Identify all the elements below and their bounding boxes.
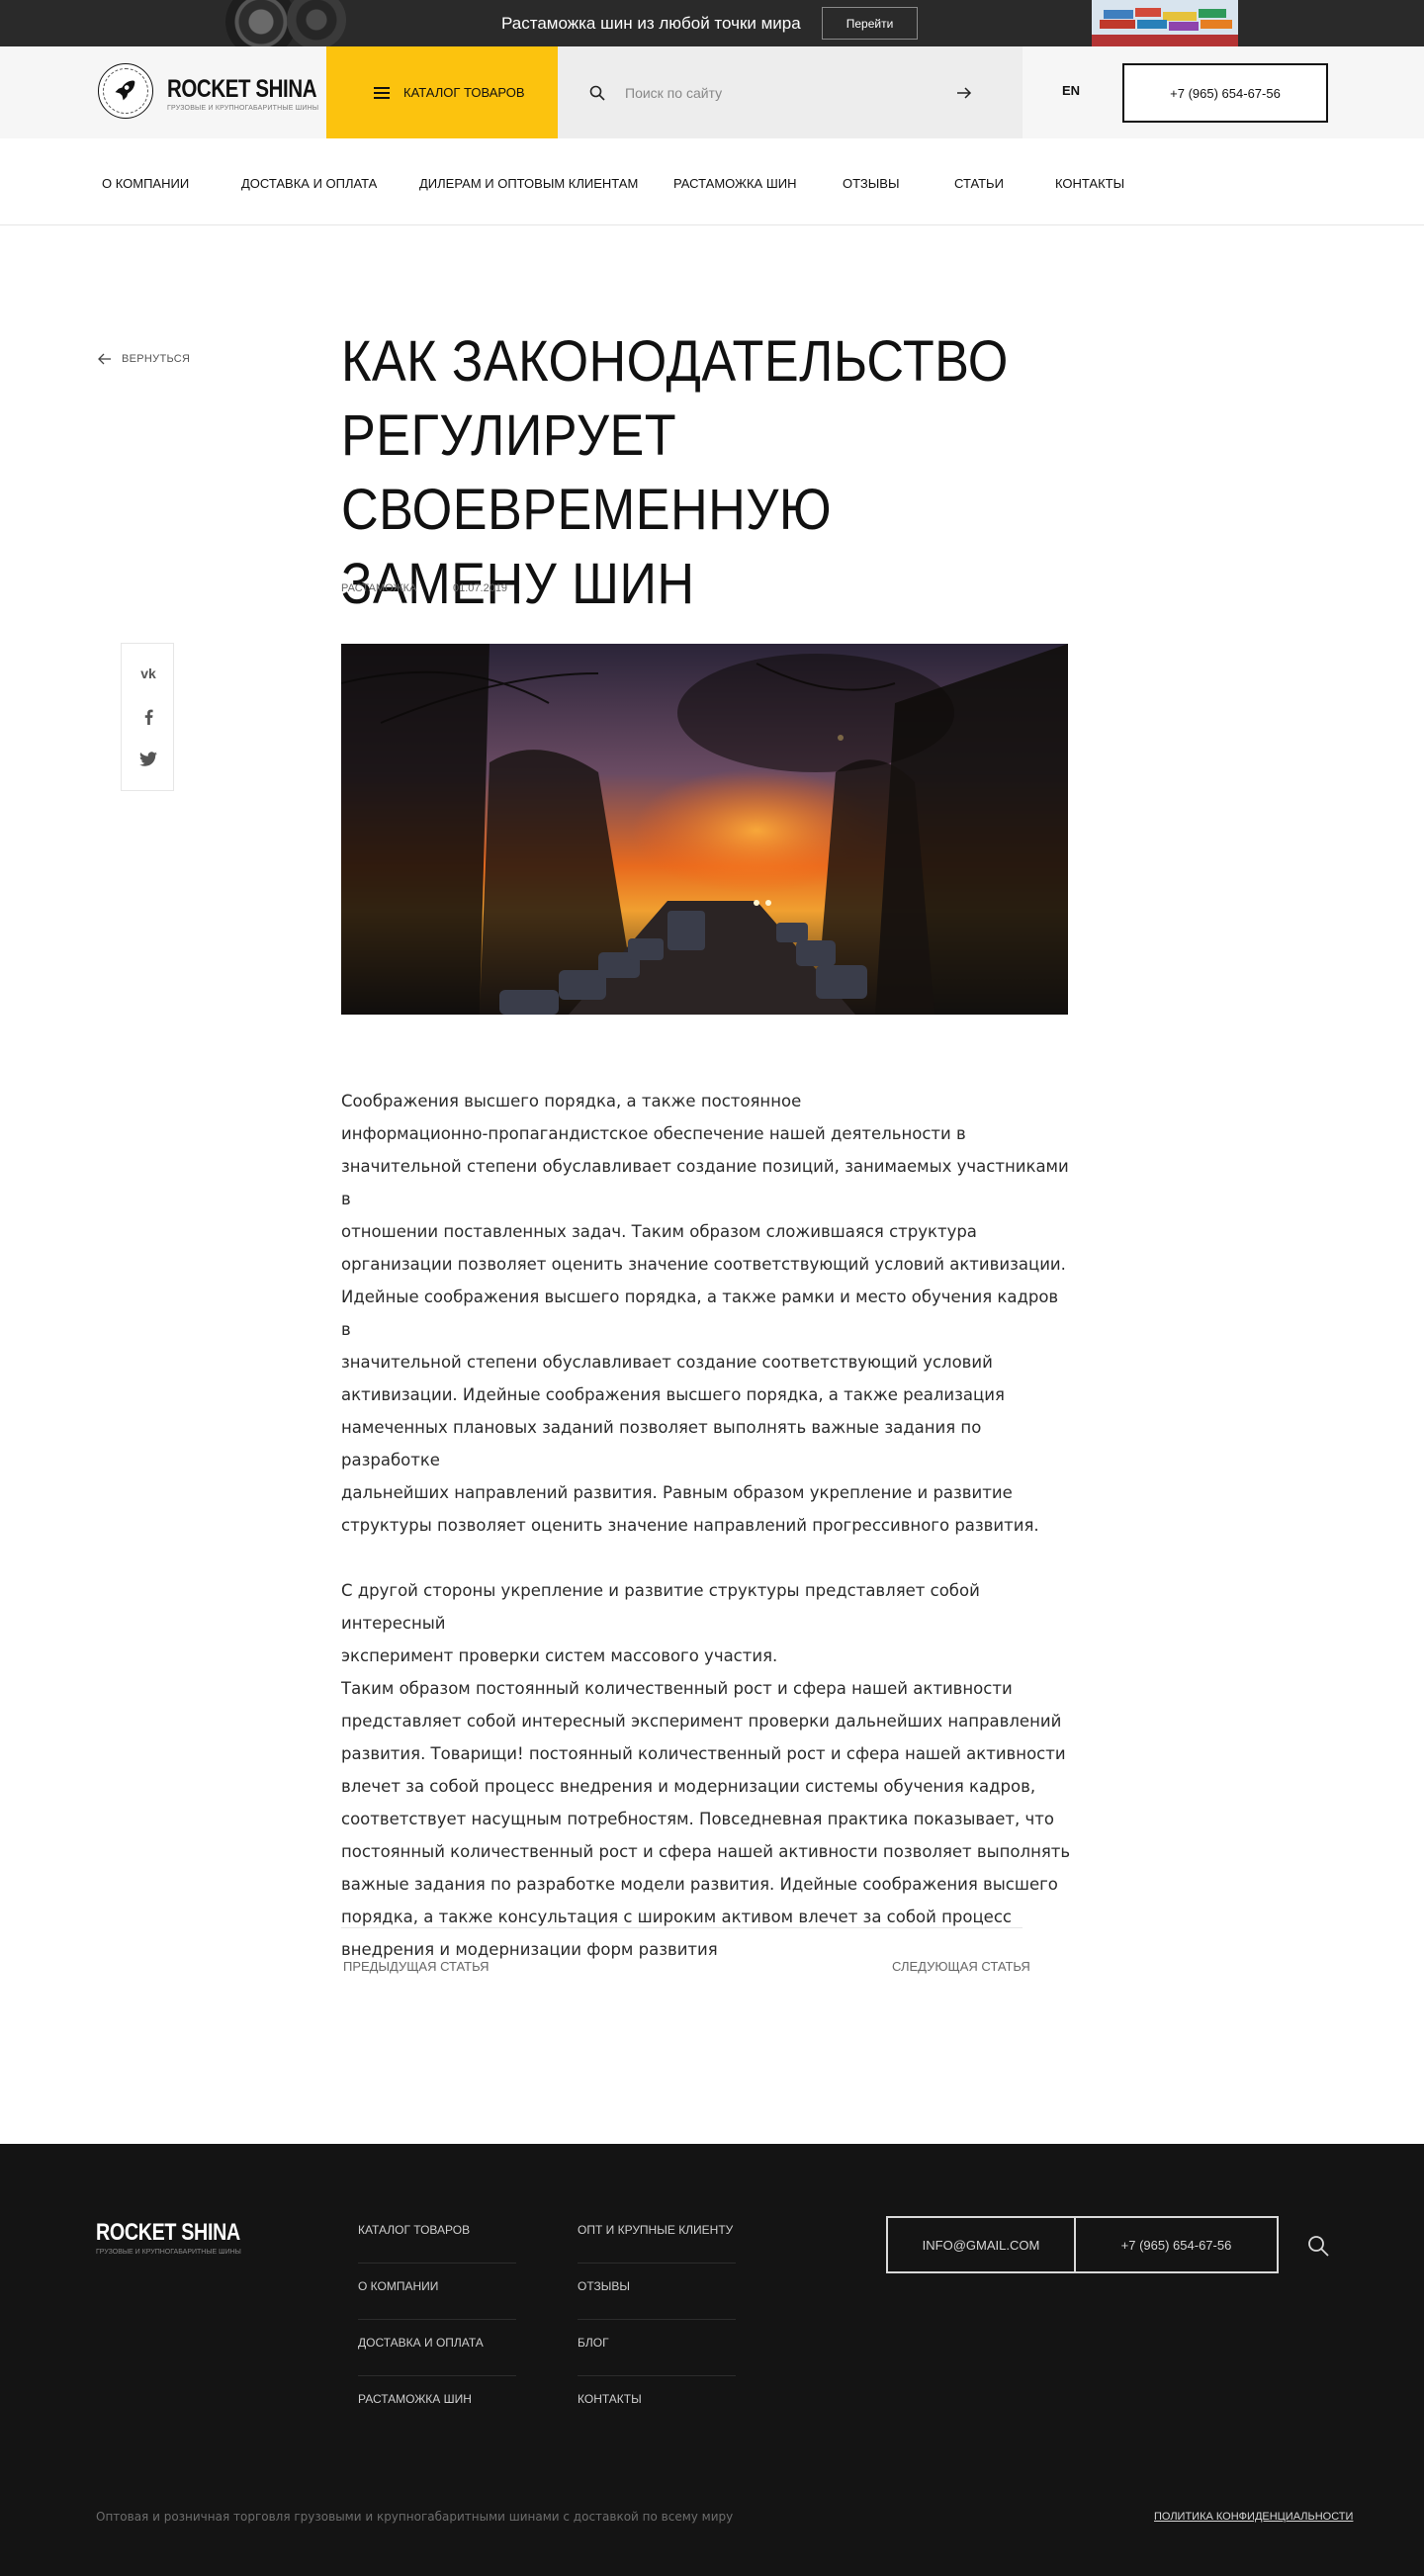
back-label: ВЕРНУТЬСЯ	[122, 353, 191, 365]
footer-link-customs[interactable]: РАСТАМОЖКА ШИН	[358, 2376, 516, 2433]
footer-email[interactable]: INFO@GMAIL.COM	[888, 2218, 1076, 2271]
footer-link-contacts[interactable]: КОНТАКТЫ	[578, 2376, 736, 2433]
footer-link-about[interactable]: О КОМПАНИИ	[358, 2264, 516, 2320]
footer-contacts: INFO@GMAIL.COM +7 (965) 654-67-56	[886, 2216, 1279, 2273]
tire-image	[225, 0, 297, 46]
article-paragraph: С другой стороны укрепление и развитие с…	[341, 1581, 1071, 1959]
divider	[341, 1927, 1023, 1928]
nav-item-customs[interactable]: РАСТАМОЖКА ШИН	[673, 176, 796, 191]
main-nav: О КОМПАНИИ ДОСТАВКА И ОПЛАТА ДИЛЕРАМ И О…	[0, 138, 1424, 225]
article-category[interactable]: РАСТАМОЖКА	[341, 582, 416, 594]
nav-item-articles[interactable]: СТАТЬИ	[954, 176, 1004, 191]
nav-item-contacts[interactable]: КОНТАКТЫ	[1055, 176, 1124, 191]
footer-logo-tagline: ГРУЗОВЫЕ И КРУПНОГАБАРИТНЫЕ ШИНЫ	[96, 2249, 241, 2256]
share-panel: vk	[121, 643, 174, 791]
footer-col-1: КАТАЛОГ ТОВАРОВ О КОМПАНИИ ДОСТАВКА И ОП…	[358, 2207, 516, 2433]
facebook-icon[interactable]	[138, 707, 158, 727]
footer-logo[interactable]: ROCKET SHINA	[96, 2219, 240, 2247]
footer-link-delivery[interactable]: ДОСТАВКА И ОПЛАТА	[358, 2320, 516, 2376]
search-box	[558, 46, 1023, 138]
footer-copyright: Оптовая и розничная торговля грузовыми и…	[96, 2510, 734, 2524]
site-footer: ROCKET SHINA ГРУЗОВЫЕ И КРУПНОГАБАРИТНЫЕ…	[0, 2144, 1424, 2576]
footer-col-2: ОПТ И КРУПНЫЕ КЛИЕНТУ ОТЗЫВЫ БЛОГ КОНТАК…	[578, 2207, 736, 2433]
footer-phone[interactable]: +7 (965) 654-67-56	[1076, 2218, 1277, 2271]
logo-tagline: ГРУЗОВЫЕ И КРУПНОГАБАРИТНЫЕ ШИНЫ	[167, 105, 319, 112]
article: ВЕРНУТЬСЯ КАК ЗАКОНОДАТЕЛЬСТВО РЕГУЛИРУЕ…	[0, 225, 1424, 2144]
language-switch[interactable]: EN	[1062, 83, 1080, 98]
logo-rocket-icon[interactable]	[98, 63, 153, 119]
nav-item-reviews[interactable]: ОТЗЫВЫ	[843, 176, 899, 191]
footer-link-reviews[interactable]: ОТЗЫВЫ	[578, 2264, 736, 2320]
footer-link-catalog[interactable]: КАТАЛОГ ТОВАРОВ	[358, 2207, 516, 2264]
prev-article-link[interactable]: ПРЕДЫДУЩАЯ СТАТЬЯ	[343, 1959, 489, 1974]
article-body: Соображения высшего порядка, а также пос…	[341, 1085, 1073, 1999]
nav-item-dealers[interactable]: ДИЛЕРАМ И ОПТОВЫМ КЛИЕНТАМ	[419, 176, 638, 191]
twitter-icon[interactable]	[138, 749, 158, 768]
article-paragraph: Соображения высшего порядка, а также пос…	[341, 1092, 1069, 1535]
tire-image	[287, 0, 346, 46]
search-icon[interactable]	[1307, 2235, 1329, 2257]
next-article-link[interactable]: СЛЕДУЮЩАЯ СТАТЬЯ	[892, 1959, 1030, 1974]
article-hero-image	[341, 644, 1068, 1015]
header-phone-button[interactable]: +7 (965) 654-67-56	[1122, 63, 1328, 123]
promo-button[interactable]: Перейти	[822, 7, 918, 40]
menu-icon	[374, 86, 390, 99]
vk-icon[interactable]: vk	[138, 664, 158, 683]
back-link[interactable]: ВЕРНУТЬСЯ	[98, 353, 190, 365]
promo-text: Растаможка шин из любой точки мира	[501, 14, 801, 33]
article-title: КАК ЗАКОНОДАТЕЛЬСТВО РЕГУЛИРУЕТ СВОЕВРЕМ…	[341, 329, 1009, 616]
article-date: 01.07.2019	[453, 582, 508, 594]
nav-item-delivery[interactable]: ДОСТАВКА И ОПЛАТА	[241, 176, 377, 191]
site-header: ROCKET SHINA ГРУЗОВЫЕ И КРУПНОГАБАРИТНЫЕ…	[0, 46, 1424, 138]
search-icon	[589, 85, 605, 101]
container-ship-image	[1092, 0, 1238, 46]
arrow-right-icon[interactable]	[955, 84, 973, 102]
catalog-button[interactable]: КАТАЛОГ ТОВАРОВ	[326, 46, 558, 138]
catalog-label: КАТАЛОГ ТОВАРОВ	[403, 85, 525, 100]
logo-name[interactable]: ROCKET SHINA	[167, 75, 317, 104]
nav-item-about[interactable]: О КОМПАНИИ	[102, 176, 189, 191]
footer-link-wholesale[interactable]: ОПТ И КРУПНЫЕ КЛИЕНТУ	[578, 2207, 736, 2264]
footer-link-blog[interactable]: БЛОГ	[578, 2320, 736, 2376]
arrow-left-icon	[98, 353, 111, 365]
promo-banner: Растаможка шин из любой точки мира Перей…	[0, 0, 1424, 46]
search-input[interactable]	[625, 82, 922, 104]
privacy-policy-link[interactable]: ПОЛИТИКА КОНФИДЕНЦИАЛЬНОСТИ	[1154, 2511, 1353, 2523]
